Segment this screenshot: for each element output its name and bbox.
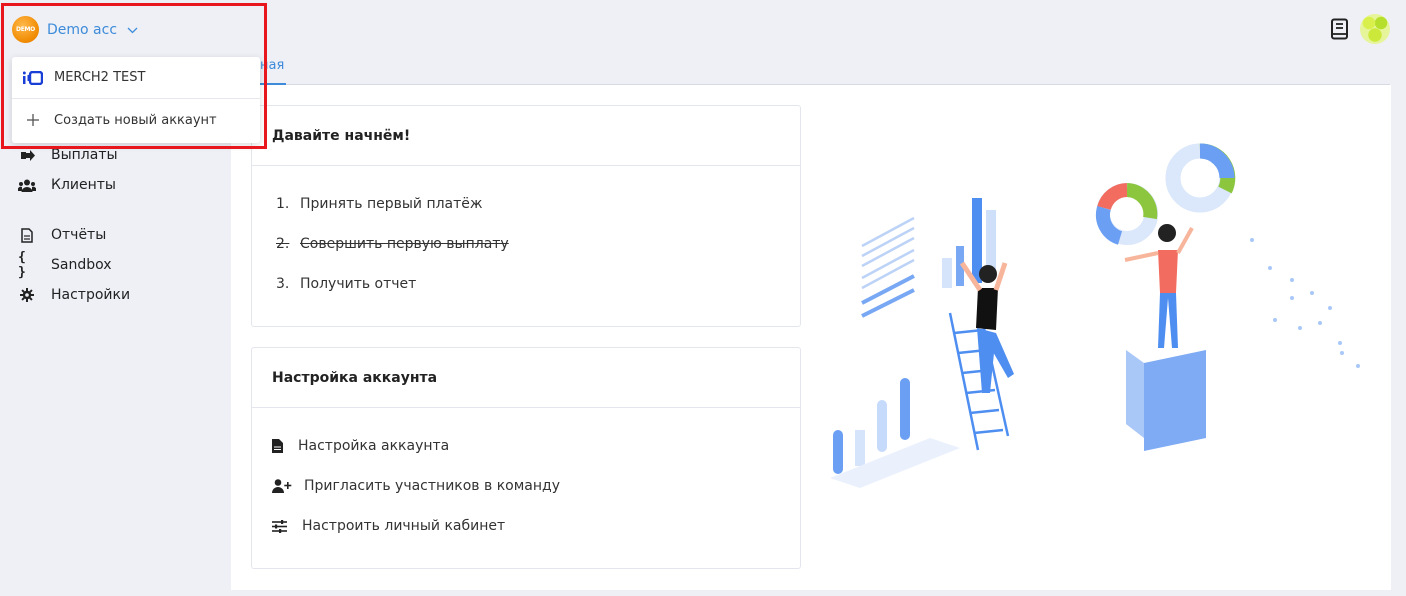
user-plus-icon bbox=[272, 478, 300, 494]
gear-icon bbox=[18, 287, 36, 303]
text-lines-decoration bbox=[861, 216, 915, 318]
sidebar-item-label: Отчёты bbox=[51, 227, 107, 243]
bottom-bars-decoration bbox=[830, 378, 960, 488]
plus-icon bbox=[22, 114, 44, 126]
create-account-option[interactable]: Создать новый аккаунт bbox=[12, 99, 260, 141]
demo-logo: DEMO bbox=[12, 16, 39, 43]
tab-bar: ная bbox=[258, 58, 1390, 85]
account-option-label: MERCH2 TEST bbox=[54, 70, 146, 85]
sidebar-item-label: Sandbox bbox=[51, 257, 112, 273]
chevron-down-icon[interactable] bbox=[127, 23, 138, 37]
sidebar-item-label: Клиенты bbox=[51, 177, 116, 193]
create-account-label: Создать новый аккаунт bbox=[54, 112, 217, 128]
sidebar-item-sandbox[interactable]: { } Sandbox bbox=[0, 250, 230, 280]
account-name[interactable]: Demo acc bbox=[47, 22, 117, 38]
merch-logo-icon bbox=[22, 70, 44, 85]
sidebar-item-label: Настройки bbox=[51, 287, 131, 303]
step-item[interactable]: 2. Совершить первую выплату bbox=[276, 236, 800, 276]
users-icon bbox=[18, 177, 36, 193]
book-icon[interactable] bbox=[1330, 18, 1350, 40]
sidebar-item-reports[interactable]: Отчёты bbox=[0, 220, 230, 250]
account-setup-card: Настройка аккаунта Настройка аккаунта Пр… bbox=[251, 347, 801, 569]
top-bar: DEMO Demo acc bbox=[0, 0, 1406, 58]
getting-started-card: Давайте начнём! 1. Принять первый платёж… bbox=[251, 105, 801, 327]
setup-account-link[interactable]: Настройка аккаунта bbox=[272, 438, 800, 478]
account-option-merch2[interactable]: MERCH2 TEST bbox=[12, 57, 260, 99]
card-title: Настройка аккаунта bbox=[252, 348, 800, 408]
file-icon bbox=[272, 438, 294, 454]
onboarding-illustration bbox=[830, 143, 1360, 488]
step-item[interactable]: 1. Принять первый платёж bbox=[276, 196, 800, 236]
file-icon bbox=[18, 227, 36, 243]
man-on-box-figure bbox=[1124, 224, 1206, 451]
ladder-figure bbox=[948, 261, 1014, 451]
avatar[interactable] bbox=[1360, 14, 1390, 44]
sidebar: Выплаты Клиенты Отчёты { } Sandbox Настр… bbox=[0, 140, 230, 310]
sidebar-item-label: Выплаты bbox=[51, 147, 118, 163]
invite-team-link[interactable]: Пригласить участников в команду bbox=[272, 478, 800, 518]
account-switcher[interactable]: DEMO Demo acc bbox=[12, 16, 138, 43]
sidebar-item-clients[interactable]: Клиенты bbox=[0, 170, 230, 200]
sidebar-item-settings[interactable]: Настройки bbox=[0, 280, 230, 310]
sliders-icon bbox=[272, 518, 298, 534]
braces-icon: { } bbox=[18, 250, 26, 280]
sign-out-icon bbox=[18, 147, 36, 163]
card-title: Давайте начнём! bbox=[252, 106, 800, 166]
dot-network-decoration bbox=[1250, 238, 1360, 368]
account-dropdown: MERCH2 TEST Создать новый аккаунт bbox=[12, 57, 260, 143]
step-item[interactable]: 3. Получить отчет bbox=[276, 276, 800, 316]
sidebar-item-payouts[interactable]: Выплаты bbox=[0, 140, 230, 170]
tab-main[interactable]: ная bbox=[258, 58, 287, 85]
customize-cabinet-link[interactable]: Настроить личный кабинет bbox=[272, 518, 800, 558]
